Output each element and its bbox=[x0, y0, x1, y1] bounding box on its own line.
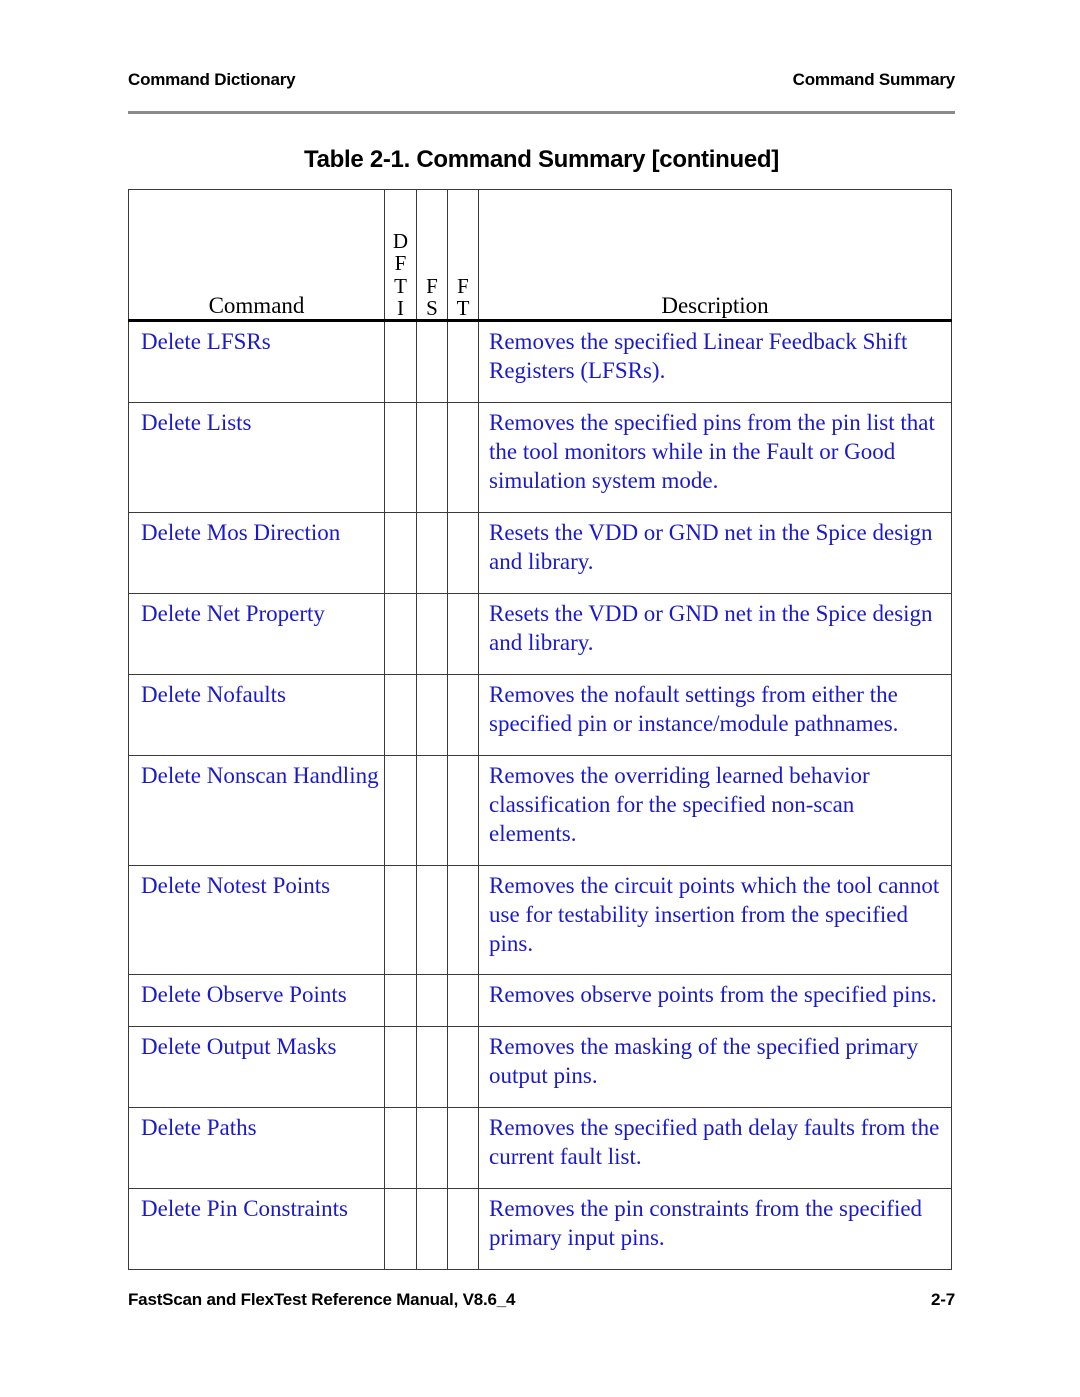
cell-fs bbox=[416, 511, 448, 594]
cell-dfti bbox=[384, 1026, 417, 1109]
cell-ft bbox=[447, 673, 479, 756]
cell-description: Removes the specified pins from the pin … bbox=[478, 401, 952, 513]
cell-fs bbox=[416, 592, 448, 675]
cell-description: Resets the VDD or GND net in the Spice d… bbox=[478, 511, 952, 594]
cell-command: Delete Paths bbox=[128, 1107, 385, 1190]
table-row: Delete LFSRs Removes the specified Linear… bbox=[128, 320, 952, 403]
table-row: Delete Output Masks Removes the masking o… bbox=[128, 1026, 952, 1109]
cell-ft bbox=[447, 974, 479, 1028]
table-caption: Table 2-1. Command Summary [continued] bbox=[304, 146, 779, 173]
cell-description: Resets the VDD or GND net in the Spice d… bbox=[478, 592, 952, 675]
cell-ft bbox=[447, 754, 479, 866]
command-summary-table: Command D F T I F S F T Description Dele… bbox=[128, 189, 952, 1271]
table-row: Delete Nonscan Handling Removes the overr… bbox=[128, 754, 952, 866]
cell-dfti bbox=[384, 511, 417, 594]
column-header-dfti-letter-1: D bbox=[392, 229, 409, 253]
cell-fs bbox=[416, 1026, 448, 1109]
column-header-dfti: D F T I bbox=[384, 189, 417, 322]
cell-command: Delete LFSRs bbox=[128, 320, 385, 403]
cell-command: Delete Nonscan Handling bbox=[128, 754, 385, 866]
cell-command: Delete Pin Constraints bbox=[128, 1188, 385, 1271]
cell-fs bbox=[416, 754, 448, 866]
cell-command: Delete Net Property bbox=[128, 592, 385, 675]
table-row: Delete Nofaults Removes the nofault setti… bbox=[128, 673, 952, 756]
cell-ft bbox=[447, 1026, 479, 1109]
table-row: Delete Mos Direction Resets the VDD or GN… bbox=[128, 511, 952, 594]
cell-command: Delete Nofaults bbox=[128, 673, 385, 756]
column-header-command: Command bbox=[128, 189, 385, 322]
footer-page-number: 2-7 bbox=[931, 1290, 955, 1309]
cell-dfti bbox=[384, 754, 417, 866]
column-header-fs-letter-1: F bbox=[426, 273, 438, 298]
cell-command: Delete Output Masks bbox=[128, 1026, 385, 1109]
cell-command: Delete Mos Direction bbox=[128, 511, 385, 594]
cell-ft bbox=[447, 1188, 479, 1271]
cell-ft bbox=[447, 320, 479, 403]
table-row: Delete Paths Removes the specified path d… bbox=[128, 1107, 952, 1190]
column-header-dfti-letter-3: T bbox=[394, 273, 407, 298]
cell-description: Removes the nofault settings from either… bbox=[478, 673, 952, 756]
cell-fs bbox=[416, 1107, 448, 1190]
table-header-row: Command D F T I F S F T Description bbox=[128, 189, 952, 322]
column-header-ft-letter-1: F bbox=[457, 273, 469, 298]
cell-ft bbox=[447, 1107, 479, 1190]
cell-dfti bbox=[384, 1107, 417, 1190]
cell-dfti bbox=[384, 401, 417, 513]
cell-fs bbox=[416, 974, 448, 1028]
cell-fs bbox=[416, 864, 448, 976]
cell-command: Delete Observe Points bbox=[128, 974, 385, 1028]
cell-description: Removes the specified path delay faults … bbox=[478, 1107, 952, 1190]
table-row: Delete Observe Points Removes observe poi… bbox=[128, 974, 952, 1028]
document-page: Command Dictionary Command Summary Table… bbox=[0, 0, 1080, 1397]
running-head: Command Dictionary Command Summary bbox=[128, 70, 955, 90]
column-header-fs-letter-2: S bbox=[426, 295, 438, 320]
cell-description: Removes the circuit points which the too… bbox=[478, 864, 952, 976]
cell-command: Delete Notest Points bbox=[128, 864, 385, 976]
cell-ft bbox=[447, 511, 479, 594]
column-header-description: Description bbox=[478, 189, 952, 322]
table-row: Delete Net Property Resets the VDD or GND… bbox=[128, 592, 952, 675]
header-divider-rule bbox=[128, 111, 955, 114]
cell-ft bbox=[447, 401, 479, 513]
table-body: Delete LFSRs Removes the specified Linear… bbox=[128, 320, 952, 1271]
cell-dfti bbox=[384, 320, 417, 403]
cell-dfti bbox=[384, 864, 417, 976]
cell-ft bbox=[447, 864, 479, 976]
column-header-fs: F S bbox=[416, 189, 448, 322]
cell-description: Removes the specified Linear Feedback Sh… bbox=[478, 320, 952, 403]
table-row: Delete Lists Removes the specified pins f… bbox=[128, 401, 952, 513]
cell-description: Removes the overriding learned behavior … bbox=[478, 754, 952, 866]
cell-description: Removes the pin constraints from the spe… bbox=[478, 1188, 952, 1271]
cell-dfti bbox=[384, 673, 417, 756]
cell-fs bbox=[416, 673, 448, 756]
cell-dfti bbox=[384, 592, 417, 675]
table-row: Delete Pin Constraints Removes the pin co… bbox=[128, 1188, 952, 1271]
cell-description: Removes observe points from the specifie… bbox=[478, 974, 952, 1028]
cell-dfti bbox=[384, 974, 417, 1028]
cell-ft bbox=[447, 592, 479, 675]
column-header-dfti-letter-4: I bbox=[397, 295, 404, 320]
cell-fs bbox=[416, 1188, 448, 1271]
page-footer: FastScan and FlexTest Reference Manual, … bbox=[128, 1290, 955, 1310]
cell-dfti bbox=[384, 1188, 417, 1271]
cell-fs bbox=[416, 401, 448, 513]
cell-fs bbox=[416, 320, 448, 403]
cell-description: Removes the masking of the specified pri… bbox=[478, 1026, 952, 1109]
cell-command: Delete Lists bbox=[128, 401, 385, 513]
column-header-ft: F T bbox=[447, 189, 479, 322]
column-header-dfti-letter-2: F bbox=[394, 251, 407, 276]
table-row: Delete Notest Points Removes the circuit … bbox=[128, 864, 952, 976]
running-head-left: Command Dictionary bbox=[128, 70, 296, 89]
footer-manual-title: FastScan and FlexTest Reference Manual, … bbox=[128, 1290, 516, 1309]
column-header-ft-letter-2: T bbox=[456, 295, 470, 320]
running-head-right: Command Summary bbox=[792, 70, 956, 89]
